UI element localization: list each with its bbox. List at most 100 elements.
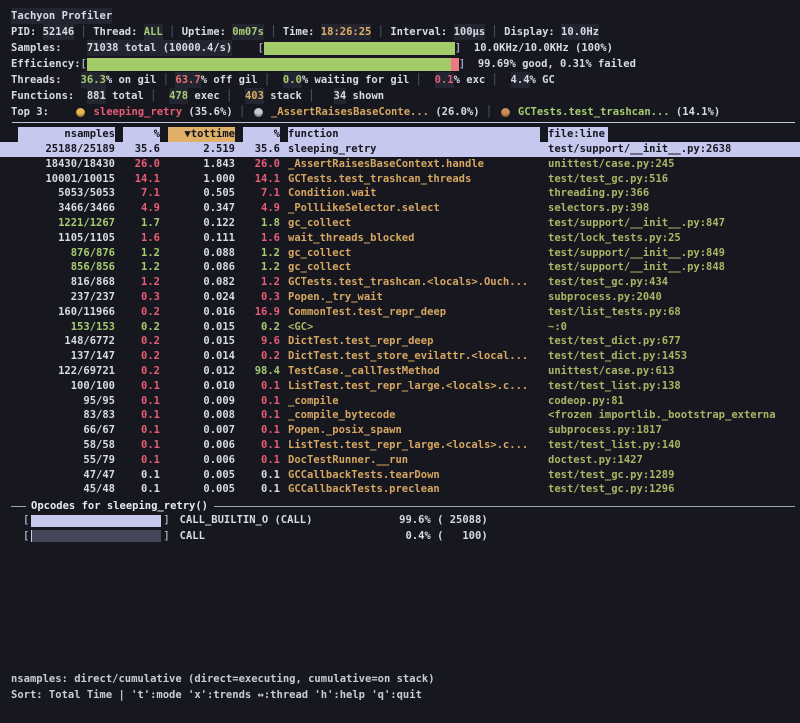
text-segment: shown <box>346 88 384 104</box>
function-cell: DocTestRunner.__run <box>288 453 540 468</box>
col-header-direct-pct[interactable]: % <box>123 127 160 142</box>
table-row[interactable]: 856/8561.20.0861.2gc_collecttest/support… <box>0 260 800 275</box>
table-row[interactable]: 45/480.10.0050.1GCCallbackTests.preclean… <box>0 482 800 497</box>
function-cell: _PollLikeSelector.select <box>288 201 540 216</box>
opcodes-list: []CALL_BUILTIN_O (CALL)99.6% ( 25088)[]C… <box>11 513 795 544</box>
cum-pct-cell: 0.1 <box>243 482 280 497</box>
col-header-file-line[interactable]: file:line <box>548 127 608 142</box>
opcode-bar <box>31 515 161 527</box>
function-cell: gc_collect <box>288 260 540 275</box>
cum-pct-cell: 1.2 <box>243 246 280 261</box>
table-row[interactable]: 55/790.10.0060.1DocTestRunner.__rundocte… <box>0 453 800 468</box>
text-segment <box>315 88 334 104</box>
nsamples-cell: 5053/5053 <box>18 186 115 201</box>
cum-pct-cell: 0.3 <box>243 290 280 305</box>
table-row[interactable]: 5053/50537.10.5057.1Condition.waitthread… <box>0 186 800 201</box>
text-segment <box>465 56 478 72</box>
table-row[interactable]: 237/2370.30.0240.3Popen._try_waitsubproc… <box>0 290 800 305</box>
table-row[interactable]: 3466/34664.90.3474.9_PollLikeSelector.se… <box>0 201 800 216</box>
direct-pct-cell: 0.2 <box>123 349 160 364</box>
opcodes-right-rule <box>214 506 795 507</box>
text-segment: % GC <box>530 72 555 88</box>
table-row[interactable]: 148/67720.20.0159.6DictTest.test_repr_de… <box>0 334 800 349</box>
table-row[interactable]: 1221/12671.70.1221.8gc_collecttest/suppo… <box>0 216 800 231</box>
table-row[interactable]: 95/950.10.0090.1_compilecodeop.py:81 <box>0 394 800 409</box>
tottime-cell: 0.122 <box>168 216 235 231</box>
function-cell: gc_collect <box>288 216 540 231</box>
opcode-row: []CALL_BUILTIN_O (CALL)99.6% ( 25088) <box>11 513 795 529</box>
opcode-name: CALL <box>170 529 370 545</box>
nsamples-cell: 58/58 <box>18 438 115 453</box>
nsamples-cell: 153/153 <box>18 320 115 335</box>
cum-pct-cell: 0.1 <box>243 423 280 438</box>
table-row[interactable]: 10001/1001514.11.00014.1GCTests.test_tra… <box>0 172 800 187</box>
cum-pct-cell: 26.0 <box>243 157 280 172</box>
text-segment: % exc <box>454 72 492 88</box>
file-line-cell: subprocess.py:2040 <box>548 290 795 305</box>
opcode-pct: 0.4% ( 100) <box>370 529 488 545</box>
function-cell: Popen._posix_spawn <box>288 423 540 438</box>
samples-total: 71038 total (10000.4/s) <box>87 40 232 56</box>
direct-pct-cell: 1.6 <box>123 231 160 246</box>
table-row[interactable]: 816/8681.20.0821.2GCTests.test_trashcan.… <box>0 275 800 290</box>
table-row[interactable]: 18430/1843026.01.84326.0_AssertRaisesBas… <box>0 157 800 172</box>
col-header-cum-pct[interactable]: % <box>243 127 280 142</box>
function-cell: _AssertRaisesBaseContext.handle <box>288 157 540 172</box>
file-line-cell: selectors.py:398 <box>548 201 795 216</box>
text-segment: │ <box>485 24 504 40</box>
table-row[interactable]: 58/580.10.0060.1ListTest.test_repr_large… <box>0 438 800 453</box>
cum-pct-cell: 4.9 <box>243 201 280 216</box>
table-row[interactable]: 100/1000.10.0100.1ListTest.test_repr_lar… <box>0 379 800 394</box>
cum-pct-cell: 1.8 <box>243 216 280 231</box>
efficiency-progress-bar <box>87 58 459 71</box>
table-row[interactable]: 160/119660.20.01616.9CommonTest.test_rep… <box>0 305 800 320</box>
col-header-tottime-sorted[interactable]: ▼tottime <box>168 127 235 142</box>
text-segment: │ <box>371 24 390 40</box>
file-line-cell: unittest/case.py:245 <box>548 157 795 172</box>
table-row[interactable]: 153/1530.20.0150.2<GC>~:0 <box>0 320 800 335</box>
opcodes-panel: Opcodes for sleeping_retry() []CALL_BUIL… <box>11 499 795 544</box>
table-row[interactable]: 47/470.10.0050.1GCCallbackTests.tearDown… <box>0 468 800 483</box>
text-segment <box>156 88 169 104</box>
table-row[interactable]: 83/830.10.0080.1_compile_bytecode<frozen… <box>0 408 800 423</box>
cum-pct-cell: 14.1 <box>243 172 280 187</box>
function-cell: GCTests.test_trashcan.<locals>.Ouch... <box>288 275 540 290</box>
table-row[interactable]: 876/8761.20.0881.2gc_collecttest/support… <box>0 246 800 261</box>
opcodes-title-row: Opcodes for sleeping_retry() <box>11 499 795 513</box>
table-row[interactable]: 1105/11051.60.1111.6wait_threads_blocked… <box>0 231 800 246</box>
thread-label: Thread: <box>93 24 144 40</box>
footer-legend: nsamples: direct/cumulative (direct=exec… <box>11 671 795 687</box>
bar-open-bracket: [ <box>23 529 29 545</box>
function-cell: gc_collect <box>288 246 540 261</box>
cum-pct-cell: 9.6 <box>243 334 280 349</box>
file-line-cell: test/test_list.py:140 <box>548 438 795 453</box>
direct-pct-cell: 14.1 <box>123 172 160 187</box>
table-row[interactable]: 137/1470.20.0140.2DictTest.test_store_ev… <box>0 349 800 364</box>
profiler-screen: Tachyon Profiler PID: 52146 │ Thread: AL… <box>0 0 800 723</box>
text-segment: stack <box>264 88 308 104</box>
threads-line: Threads: 36.3% on gil │ 63.7% off gil │ … <box>11 72 795 88</box>
col-header-nsamples[interactable]: nsamples <box>18 127 115 142</box>
cum-pct-cell: 0.1 <box>243 468 280 483</box>
tottime-cell: 0.006 <box>168 438 235 453</box>
display-label: Display: <box>504 24 561 40</box>
file-line-cell: test/test_list.py:138 <box>548 379 795 394</box>
cum-pct-cell: 98.4 <box>243 364 280 379</box>
text-segment: % on gil <box>106 72 163 88</box>
cum-pct-cell: 0.1 <box>243 438 280 453</box>
file-line-cell: test/support/__init__.py:849 <box>548 246 795 261</box>
file-line-cell: test/list_tests.py:68 <box>548 305 795 320</box>
title-line: Tachyon Profiler <box>11 8 795 24</box>
text-segment <box>232 88 245 104</box>
text-segment <box>461 40 474 56</box>
nsamples-cell: 137/147 <box>18 349 115 364</box>
cum-pct-cell: 1.6 <box>243 231 280 246</box>
col-header-function[interactable]: function <box>288 127 540 142</box>
table-row[interactable]: 66/670.10.0070.1Popen._posix_spawnsubpro… <box>0 423 800 438</box>
top3-name: GCTests.test_trashcan... <box>518 104 670 120</box>
table-top-rule <box>12 122 795 123</box>
table-row[interactable]: 25188/2518935.62.51935.6sleeping_retryte… <box>0 142 800 157</box>
table-row[interactable]: 122/697210.20.01298.4TestCase._callTestM… <box>0 364 800 379</box>
opcode-row: []CALL 0.4% ( 100) <box>11 529 795 545</box>
bronze-medal-icon <box>501 108 510 117</box>
